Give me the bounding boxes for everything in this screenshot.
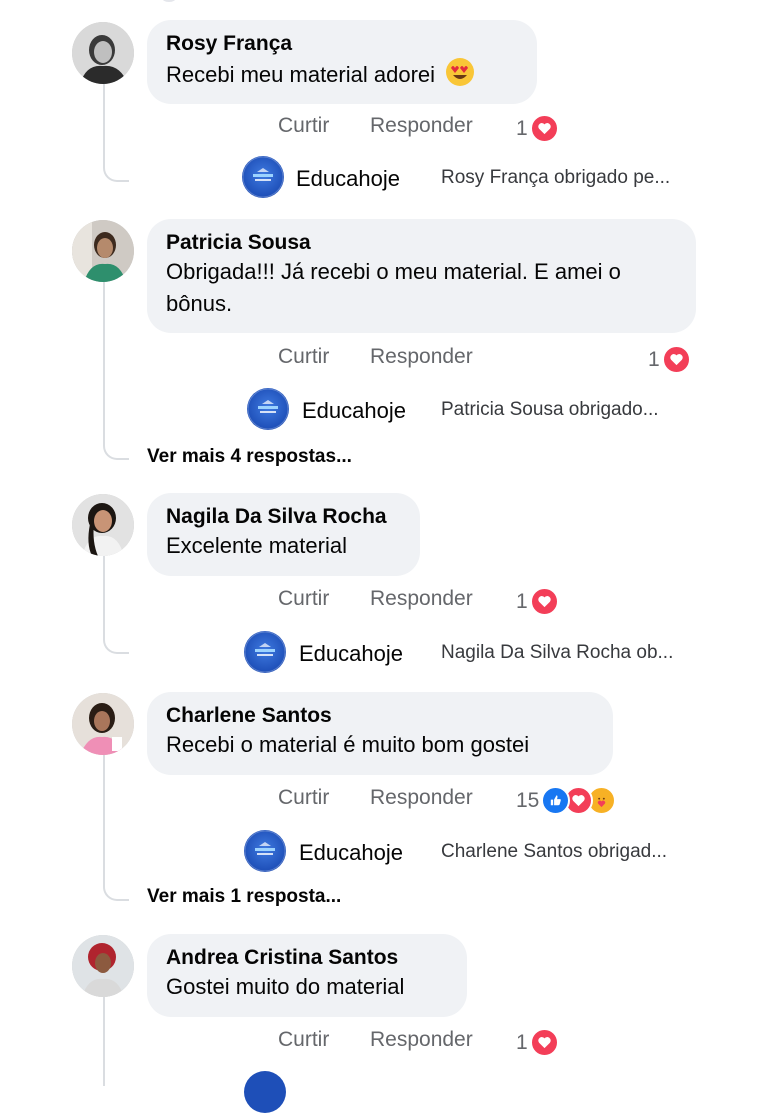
cropped-reply-avatar: [244, 1071, 286, 1113]
comment-author[interactable]: Andrea Cristina Santos: [166, 945, 448, 971]
reply-button[interactable]: Responder: [370, 1028, 473, 1052]
reaction-summary[interactable]: 1: [516, 587, 559, 616]
comment-actions: Curtir Responder 1: [0, 587, 768, 616]
educahoje-avatar: [244, 631, 286, 673]
educahoje-avatar: [242, 156, 284, 198]
avatar[interactable]: [72, 494, 134, 556]
comment-author[interactable]: Nagila Da Silva Rocha: [166, 504, 401, 530]
comment-text: Obrigada!!! Já recebi o meu material. E …: [166, 259, 621, 316]
reply-text: Charlene Santos obrigad...: [441, 841, 668, 862]
reaction-summary[interactable]: 1: [516, 1028, 559, 1057]
reply-preview[interactable]: Educahoje Nagila Da Silva Rocha ob...: [244, 631, 714, 675]
comment-text: Recebi o material é muito bom gostei: [166, 732, 530, 757]
reply-preview[interactable]: Educahoje Patricia Sousa obrigado...: [247, 388, 707, 432]
reply-author: Educahoje: [299, 840, 403, 865]
comment-actions: Curtir Responder 1: [0, 345, 768, 374]
reply-button[interactable]: Responder: [370, 345, 473, 369]
comment-author[interactable]: Patricia Sousa: [166, 230, 677, 256]
reply-text: Rosy França obrigado pe...: [441, 167, 671, 188]
like-button[interactable]: Curtir: [278, 587, 329, 611]
comment-actions: Curtir Responder 1: [0, 114, 768, 143]
thread-line: [103, 282, 129, 460]
reaction-summary[interactable]: 1: [648, 345, 691, 374]
avatar[interactable]: [72, 220, 134, 282]
educahoje-avatar: [247, 388, 289, 430]
reply-author: Educahoje: [296, 166, 400, 191]
comment-author[interactable]: Charlene Santos: [166, 703, 594, 729]
heart-eyes-emoji-icon: [445, 57, 475, 96]
like-button[interactable]: Curtir: [278, 1028, 329, 1052]
reaction-count: 1: [648, 347, 660, 371]
reply-author: Educahoje: [299, 641, 403, 666]
reply-button[interactable]: Responder: [370, 587, 473, 611]
heart-icon: [529, 1028, 559, 1057]
reaction-count: 1: [516, 589, 528, 613]
comment-bubble: Patricia Sousa Obrigada!!! Já recebi o m…: [147, 219, 696, 333]
comment-bubble: Andrea Cristina Santos Gostei muito do m…: [147, 934, 467, 1017]
reply-text: Patricia Sousa obrigado...: [441, 399, 659, 420]
comment-actions: Curtir Responder 1: [0, 1028, 768, 1057]
reaction-summary[interactable]: 15: [516, 786, 617, 815]
comment-author[interactable]: Rosy França: [166, 31, 518, 57]
comment-text: Excelente material: [166, 533, 347, 558]
thread-line: [103, 754, 129, 901]
thumbs-up-icon: [541, 786, 571, 815]
view-more-replies[interactable]: Ver mais 1 resposta...: [147, 886, 341, 908]
view-more-replies[interactable]: Ver mais 4 respostas...: [147, 446, 352, 468]
like-button[interactable]: Curtir: [278, 114, 329, 138]
reaction-count: 1: [516, 1030, 528, 1054]
avatar[interactable]: [72, 935, 134, 997]
reply-button[interactable]: Responder: [370, 114, 473, 138]
comment-actions: Curtir Responder 15: [0, 786, 768, 815]
avatar[interactable]: [72, 693, 134, 755]
comment-text: Gostei muito do material: [166, 974, 405, 999]
avatar[interactable]: [72, 22, 134, 84]
reply-text: Nagila Da Silva Rocha ob...: [441, 642, 674, 663]
heart-icon: [661, 345, 691, 374]
comment-bubble: Nagila Da Silva Rocha Excelente material: [147, 493, 420, 576]
heart-icon: [529, 114, 559, 143]
reaction-summary[interactable]: 1: [516, 114, 559, 143]
previous-comment-edge: [162, 0, 176, 2]
comment-text: Recebi meu material adorei: [166, 62, 436, 87]
heart-icon: [529, 587, 559, 616]
reply-button[interactable]: Responder: [370, 786, 473, 810]
like-button[interactable]: Curtir: [278, 786, 329, 810]
reaction-count: 15: [516, 788, 540, 812]
comment-bubble: Rosy França Recebi meu material adorei: [147, 20, 537, 104]
reaction-count: 1: [516, 116, 528, 140]
reply-preview[interactable]: Educahoje Rosy França obrigado pe...: [242, 156, 712, 200]
like-button[interactable]: Curtir: [278, 345, 329, 369]
reply-author: Educahoje: [302, 398, 406, 423]
educahoje-avatar: [244, 830, 286, 872]
reply-preview[interactable]: Educahoje Charlene Santos obrigad...: [244, 830, 714, 874]
comment-bubble: Charlene Santos Recebi o material é muit…: [147, 692, 613, 775]
